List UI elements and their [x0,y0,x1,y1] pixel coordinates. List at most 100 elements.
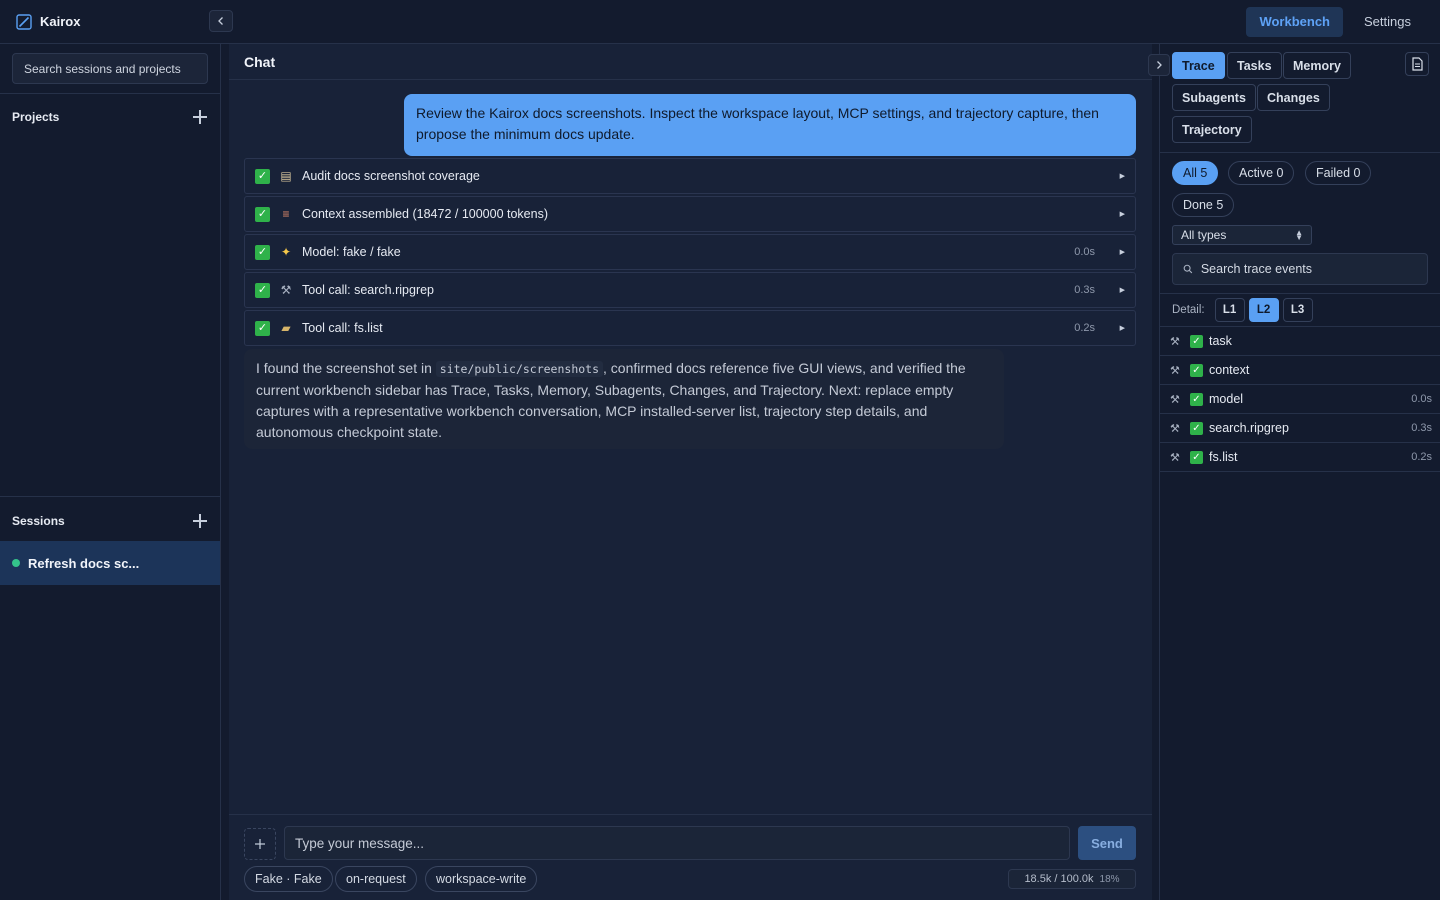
tab-changes[interactable]: Changes [1257,84,1330,111]
chat-panel: Chat Review the Kairox docs screenshots.… [229,44,1152,900]
trace-step[interactable]: ✓ ✦ Model: fake / fake 0.0s ▶ [244,234,1136,270]
session-title: Refresh docs sc... [28,555,140,571]
sidebar-divider [0,496,220,497]
collapse-panel-button[interactable] [1148,54,1170,76]
collapse-sidebar-button[interactable] [209,10,233,32]
assistant-text: I found the screenshot set in [256,360,436,376]
export-document-button[interactable] [1405,52,1429,76]
search-icon [1183,264,1193,274]
message-input[interactable] [284,826,1070,860]
token-percent: 18% [1099,873,1120,885]
expand-icon[interactable]: ▶ [1105,286,1125,294]
step-label: Tool call: search.ripgrep [302,283,435,297]
app-name: Kairox [40,14,81,29]
right-panel: Trace Tasks Memory Subagents Changes Tra… [1159,44,1440,900]
session-item[interactable]: Refresh docs sc... [0,541,220,585]
expand-icon[interactable]: ▶ [1105,210,1125,218]
token-usage: 18.5k / 100.0k 18% [1008,869,1136,889]
projects-label: Projects [12,110,60,124]
sandbox-chip[interactable]: workspace-write [425,866,538,892]
check-icon: ✓ [255,206,270,222]
approval-chip[interactable]: on-request [335,866,417,892]
chevron-right-icon [1157,61,1162,69]
sessions-header: Sessions [0,511,220,531]
wrench-icon: ⚒ [1170,422,1180,435]
trace-event-row[interactable]: ⚒ ✓ search.ripgrep 0.3s [1160,414,1440,443]
model-chip[interactable]: Fake · Fake [244,866,333,892]
nav-workbench[interactable]: Workbench [1246,6,1344,37]
check-icon: ✓ [1190,334,1203,348]
step-label: Model: fake / fake [302,245,401,259]
detail-l3[interactable]: L3 [1282,298,1313,322]
expand-icon[interactable]: ▶ [1105,248,1125,256]
step-duration: 0.0s [1074,246,1095,258]
filter-done[interactable]: Done 5 [1172,193,1235,217]
nav-settings[interactable]: Settings [1351,7,1424,37]
detail-label: Detail: [1172,304,1205,316]
event-name: model [1209,392,1244,406]
trace-step[interactable]: ✓ ⚒ Tool call: search.ripgrep 0.3s ▶ [244,272,1136,308]
event-type-value: All types [1181,228,1227,242]
detail-l2[interactable]: L2 [1248,298,1279,322]
event-name: search.ripgrep [1209,421,1289,435]
tab-subagents[interactable]: Subagents [1172,84,1256,111]
event-name: context [1209,363,1250,377]
step-label: Tool call: fs.list [302,321,383,335]
send-button[interactable]: Send [1078,826,1136,860]
tab-memory[interactable]: Memory [1283,52,1351,79]
brand: Kairox [16,13,81,30]
trace-step[interactable]: ✓ ▰ Tool call: fs.list 0.2s ▶ [244,310,1136,346]
step-duration: 0.2s [1074,322,1095,334]
trace-event-row[interactable]: ⚒ ✓ model 0.0s [1160,385,1440,414]
step-label: Context assembled (18472 / 100000 tokens… [302,207,548,221]
chevron-left-icon [218,17,223,25]
expand-icon[interactable]: ▶ [1105,172,1125,180]
trace-event-row[interactable]: ⚒ ✓ context [1160,356,1440,385]
trace-event-row[interactable]: ⚒ ✓ task [1160,327,1440,356]
check-icon: ✓ [255,244,270,260]
detail-l1[interactable]: L1 [1214,298,1245,322]
attach-button[interactable] [244,828,276,860]
detail-level-selector: Detail: L1 L2 L3 [1172,298,1313,322]
top-nav: Workbench Settings [1246,6,1424,37]
trace-event-row[interactable]: ⚒ ✓ fs.list 0.2s [1160,443,1440,472]
check-icon: ✓ [1190,392,1203,406]
step-duration: 0.3s [1074,284,1095,296]
filter-active[interactable]: Active 0 [1228,161,1295,185]
tab-trajectory[interactable]: Trajectory [1172,116,1252,143]
sidebar-divider [0,93,220,94]
add-session-button[interactable] [192,513,208,529]
select-arrows-icon: ▲ ▼ [1295,228,1303,242]
filter-all[interactable]: All 5 [1172,161,1219,185]
panel-divider [1160,293,1440,294]
sessions-label: Sessions [12,514,65,528]
check-icon: ✓ [1190,421,1203,435]
sessions-search-input[interactable] [12,53,208,84]
wrench-icon: ⚒ [1170,364,1180,377]
event-type-select[interactable]: All types ▲ ▼ [1172,225,1312,245]
chat-title: Chat [229,44,1152,80]
check-icon: ✓ [255,282,270,298]
tab-trace[interactable]: Trace [1172,52,1225,79]
sparkles-icon: ✦ [280,245,292,259]
wrench-icon: ⚒ [280,283,292,297]
projects-header: Projects [0,107,220,127]
filter-failed[interactable]: Failed 0 [1305,161,1372,185]
tab-tasks[interactable]: Tasks [1227,52,1282,79]
assistant-message: I found the screenshot set in site/publi… [244,349,1004,449]
step-label: Audit docs screenshot coverage [302,169,480,183]
trace-search-input[interactable] [1200,262,1417,276]
clipboard-icon: ▤ [280,169,292,183]
trace-step[interactable]: ✓ ▤ Audit docs screenshot coverage ▶ [244,158,1136,194]
event-name: fs.list [1209,450,1238,464]
left-sidebar: Projects Sessions Refresh docs sc... [0,44,221,900]
add-project-button[interactable] [192,109,208,125]
trace-search[interactable] [1172,253,1428,285]
folder-icon: ▰ [281,321,291,335]
session-status-dot [12,559,20,567]
trace-step[interactable]: ✓ ≡ Context assembled (18472 / 100000 to… [244,196,1136,232]
expand-icon[interactable]: ▶ [1105,324,1125,332]
wrench-icon: ⚒ [1170,335,1180,348]
event-duration: 0.0s [1411,393,1432,405]
composer-divider [229,814,1152,815]
